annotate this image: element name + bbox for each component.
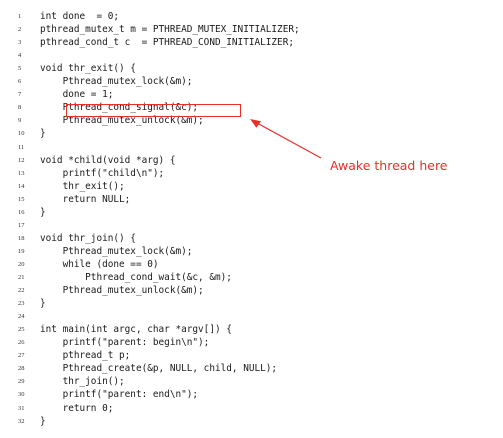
code-line: 25 int main(int argc, char *argv[]) { bbox=[0, 323, 400, 336]
code-text: Pthread_cond_wait(&c, &m); bbox=[40, 272, 232, 283]
code-text: thr_join(); bbox=[40, 376, 125, 388]
code-line: 11 bbox=[0, 141, 400, 154]
code-text: done = 1; bbox=[40, 89, 114, 101]
code-text: pthread_cond_t c = PTHREAD_COND_INITIALI… bbox=[40, 37, 294, 49]
code-text: thr_exit(); bbox=[40, 180, 125, 192]
line-number: 21 bbox=[18, 274, 25, 281]
line-number: 26 bbox=[18, 339, 25, 347]
line-number: 14 bbox=[18, 182, 25, 190]
code-listing: 1 int done = 0; 2 pthread_mutex_t m = PTHRE… bbox=[0, 0, 503, 438]
code-text: while (done == 0) bbox=[40, 258, 159, 270]
line-number: 7 bbox=[18, 91, 22, 99]
code-line: 30 printf("parent: end\n"); bbox=[0, 388, 400, 401]
code-text: Pthread_mutex_lock(&m); bbox=[40, 245, 193, 257]
line-number: 24 bbox=[18, 313, 25, 321]
line-number: 15 bbox=[18, 195, 25, 203]
code-text: } bbox=[40, 298, 46, 310]
code-text: pthread_mutex_t m = PTHREAD_MUTEX_INITIA… bbox=[40, 24, 300, 36]
line-number: 22 bbox=[18, 287, 25, 295]
code-line: 32} bbox=[0, 415, 400, 428]
code-text: void *child(void *arg) { bbox=[40, 154, 176, 166]
line-number: 29 bbox=[18, 378, 25, 386]
code-line: 14 thr_exit(); bbox=[0, 180, 400, 193]
code-text: } bbox=[40, 128, 46, 140]
code-line: 17 bbox=[0, 219, 400, 232]
code-line: 4 bbox=[0, 49, 400, 62]
line-number: 4 bbox=[18, 52, 22, 60]
code-text: void thr_join() { bbox=[40, 232, 136, 244]
code-line: 10} bbox=[0, 127, 400, 140]
code-line: 31 return 0; bbox=[0, 402, 400, 415]
code-text: printf("parent: end\n"); bbox=[40, 389, 199, 401]
line-number: 20 bbox=[18, 260, 25, 268]
line-number: 19 bbox=[18, 247, 25, 255]
highlight-box bbox=[66, 104, 241, 117]
line-number: 31 bbox=[18, 404, 25, 412]
line-number: 23 bbox=[18, 300, 25, 308]
code-line: 20 while (done == 0) bbox=[0, 258, 400, 271]
code-line: 5 void thr_exit() { bbox=[0, 62, 400, 75]
line-number: 11 bbox=[18, 143, 25, 151]
code-line: 16} bbox=[0, 206, 400, 219]
code-text: void thr_exit() { bbox=[40, 63, 136, 75]
code-text: return 0; bbox=[40, 402, 114, 414]
code-text: printf("child\n"); bbox=[40, 167, 165, 179]
code-text: int done = 0; bbox=[40, 11, 120, 22]
code-line: 1 int done = 0; bbox=[0, 10, 400, 23]
code-line: 29 thr_join(); bbox=[0, 375, 400, 388]
code-line: 24 bbox=[0, 310, 400, 323]
line-number: 3 bbox=[18, 39, 22, 47]
code-line: 3 pthread_cond_t c = PTHREAD_COND_INITIAL… bbox=[0, 36, 400, 49]
line-number: 13 bbox=[18, 169, 25, 177]
line-number: 6 bbox=[18, 78, 22, 86]
line-number: 16 bbox=[18, 208, 25, 216]
code-line: 23} bbox=[0, 297, 400, 310]
code-text: } bbox=[40, 415, 46, 427]
code-line: 19 Pthread_mutex_lock(&m); bbox=[0, 245, 400, 258]
code-text: } bbox=[40, 206, 46, 218]
code-text: pthread_t p; bbox=[40, 350, 131, 362]
code-line: 22 Pthread_mutex_unlock(&m); bbox=[0, 284, 400, 297]
line-number: 30 bbox=[18, 391, 25, 399]
code-text: printf("parent: begin\n"); bbox=[40, 337, 210, 349]
line-number: 9 bbox=[18, 117, 22, 125]
code-line: 6 Pthread_mutex_lock(&m); bbox=[0, 75, 400, 88]
code-text: int main(int argc, char *argv[]) { bbox=[40, 324, 232, 336]
line-number: 2 bbox=[18, 26, 22, 34]
code-line: 26 printf("parent: begin\n"); bbox=[0, 336, 400, 349]
code-line: 28 Pthread_create(&p, NULL, child, NULL)… bbox=[0, 362, 400, 375]
code-text: Pthread_mutex_unlock(&m); bbox=[40, 285, 204, 297]
code-line: 2 pthread_mutex_t m = PTHREAD_MUTEX_INITI… bbox=[0, 23, 400, 36]
code-line: 27 pthread_t p; bbox=[0, 349, 400, 362]
code-line: 21 Pthread_cond_wait(&c, &m); bbox=[0, 271, 400, 284]
code-text: return NULL; bbox=[40, 193, 131, 205]
line-number: 10 bbox=[18, 130, 25, 138]
code-line: 15 return NULL; bbox=[0, 193, 400, 206]
code-text: Pthread_mutex_lock(&m); bbox=[40, 76, 193, 88]
line-number: 8 bbox=[18, 104, 22, 112]
line-number: 5 bbox=[18, 65, 22, 73]
line-number: 17 bbox=[18, 221, 25, 229]
line-number: 18 bbox=[18, 234, 25, 242]
code-line: 18 void thr_join() { bbox=[0, 232, 400, 245]
code-text: Pthread_create(&p, NULL, child, NULL); bbox=[40, 363, 278, 375]
line-number: 1 bbox=[18, 13, 22, 20]
line-number: 32 bbox=[18, 417, 25, 425]
line-number: 25 bbox=[18, 326, 25, 334]
code-line: 7 done = 1; bbox=[0, 88, 400, 101]
annotation-label: Awake thread here bbox=[330, 158, 448, 173]
line-number: 28 bbox=[18, 365, 25, 373]
line-number: 27 bbox=[18, 352, 25, 360]
line-number: 12 bbox=[18, 156, 25, 164]
